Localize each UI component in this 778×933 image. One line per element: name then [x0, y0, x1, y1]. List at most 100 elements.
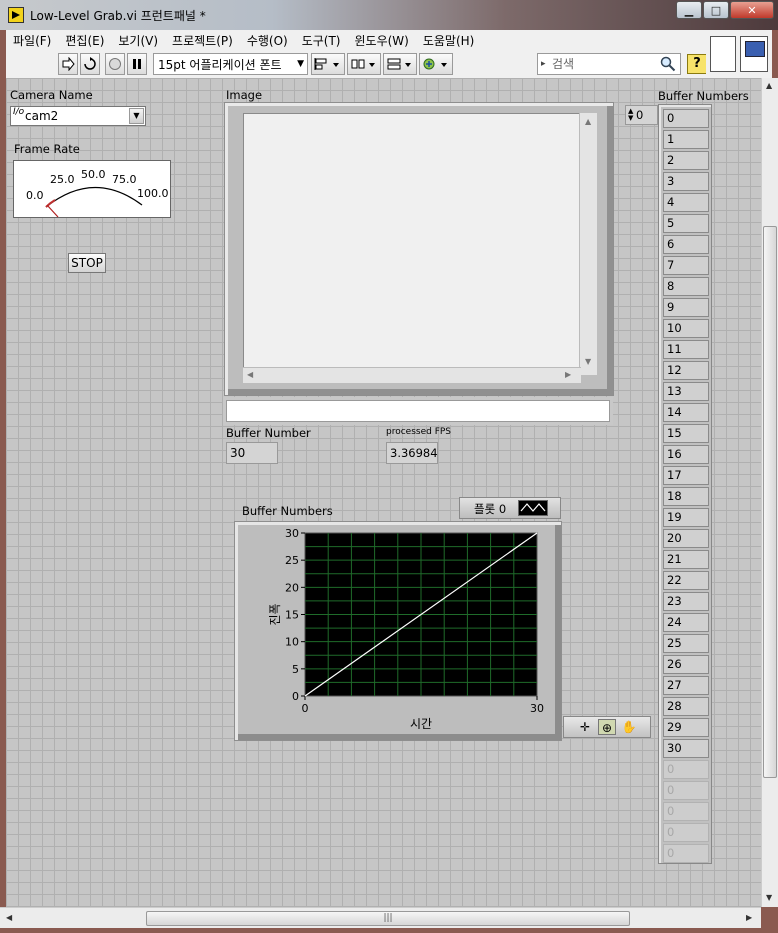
minimize-button[interactable]: ▁ [676, 1, 702, 19]
chart-canvas: 0 5 10 15 20 25 30 0 30 시간 진폭 [268, 527, 544, 731]
camera-name-select[interactable]: I/o cam2 ▼ [10, 106, 146, 126]
buffer-number-empty-element: 0 [663, 823, 709, 842]
menu-bar: 파일(F) 편집(E) 보기(V) 프로젝트(P) 수행(O) 도구(T) 윈도우(W) 도움… [6, 30, 706, 50]
buffer-number-element: 0 [663, 109, 709, 128]
align-icon[interactable] [311, 53, 345, 75]
graph-palette: ✛ ⊕ ✋ [563, 716, 651, 738]
vertical-scroll-thumb[interactable] [763, 226, 777, 778]
labview-app-icon [8, 7, 24, 23]
help-icon[interactable]: ? [687, 54, 707, 74]
meter-tick-label: 50.0 [81, 168, 106, 181]
run-continuously-icon[interactable] [80, 53, 100, 75]
abort-icon[interactable] [105, 53, 125, 75]
y-tick-label: 20 [285, 581, 299, 594]
scroll-left-icon[interactable]: ◀ [6, 913, 12, 922]
scroll-right-icon[interactable]: ▶ [565, 370, 571, 379]
buffer-number-element: 12 [663, 361, 709, 380]
maximize-button[interactable]: □ [703, 1, 729, 19]
zoom-tool-icon[interactable]: ⊕ [598, 719, 616, 735]
image-vertical-scrollbar[interactable]: ▲ ▼ [579, 113, 597, 375]
buffer-number-element: 28 [663, 697, 709, 716]
vi-icon[interactable] [740, 36, 768, 72]
scroll-up-icon[interactable]: ▲ [766, 81, 772, 90]
pause-icon[interactable] [127, 53, 147, 75]
y-tick-label: 30 [285, 527, 299, 540]
menu-item[interactable]: 편집(E) [58, 32, 111, 49]
toolbar: 15pt 어플리케이션 폰트 ▼ ▸ 검색 ? [6, 50, 707, 78]
run-arrow-icon[interactable] [58, 53, 78, 75]
image-horizontal-scrollbar[interactable]: ◀ ▶ [243, 367, 581, 383]
buffer-number-element: 9 [663, 298, 709, 317]
buffer-number-element: 22 [663, 571, 709, 590]
menu-item[interactable]: 도움말(H) [416, 32, 482, 49]
cursor-tool-icon[interactable]: ✛ [576, 719, 594, 735]
buffer-number-element: 24 [663, 613, 709, 632]
camera-name-label: Camera Name [10, 88, 93, 102]
io-icon: I/o [13, 107, 25, 117]
buffer-number-element: 13 [663, 382, 709, 401]
buffer-number-element: 20 [663, 529, 709, 548]
buffer-number-element: 14 [663, 403, 709, 422]
buffer-number-element: 2 [663, 151, 709, 170]
frame-rate-meter: 0.0 25.0 50.0 75.0 100.0 [13, 160, 171, 218]
chart-title: Buffer Numbers [242, 504, 333, 518]
array-index-control[interactable]: ▲ ▼ 0 [625, 105, 658, 125]
image-canvas[interactable] [243, 113, 581, 375]
plot-legend[interactable]: 플롯 0 [459, 497, 561, 519]
buffer-number-empty-element: 0 [663, 802, 709, 821]
window-title: Low-Level Grab.vi 프런트패널 * [30, 9, 206, 23]
stop-button[interactable]: STOP [68, 253, 106, 273]
buffer-number-element: 6 [663, 235, 709, 254]
plot-legend-swatch [518, 500, 548, 516]
buffer-number-element: 26 [663, 655, 709, 674]
scroll-up-icon[interactable]: ▲ [585, 117, 591, 126]
font-dropdown[interactable]: 15pt 어플리케이션 폰트 ▼ [153, 53, 308, 75]
y-tick-label: 25 [285, 554, 299, 567]
buffer-number-element: 10 [663, 319, 709, 338]
menu-item[interactable]: 파일(F) [6, 32, 58, 49]
menu-item[interactable]: 보기(V) [111, 32, 165, 49]
menu-item[interactable]: 도구(T) [295, 32, 348, 49]
chevron-down-icon: ▼ [297, 59, 304, 69]
buffer-number-element: 19 [663, 508, 709, 527]
menu-item[interactable]: 수행(O) [240, 32, 295, 49]
buffer-numbers-array-label: Buffer Numbers [658, 89, 749, 103]
scroll-left-icon[interactable]: ◀ [247, 370, 253, 379]
menu-item[interactable]: 윈도우(W) [347, 32, 415, 49]
title-bar: Low-Level Grab.vi 프런트패널 * ▁ □ ✕ [0, 0, 778, 30]
buffer-number-indicator: 30 [226, 442, 278, 464]
buffer-number-element: 21 [663, 550, 709, 569]
distribute-icon[interactable] [347, 53, 381, 75]
meter-dial: 0.0 25.0 50.0 75.0 100.0 [26, 168, 169, 218]
connector-pane[interactable] [710, 36, 736, 72]
pan-hand-icon[interactable]: ✋ [620, 719, 638, 735]
window-horizontal-scrollbar[interactable]: ◀ ||| ▶ [0, 907, 761, 928]
image-display[interactable]: ▲ ▼ ◀ ▶ [224, 102, 614, 396]
window-border [0, 928, 778, 933]
buffer-numbers-graph[interactable]: 0 5 10 15 20 25 30 0 30 시간 진폭 [234, 521, 562, 741]
buffer-number-element: 27 [663, 676, 709, 695]
scroll-right-icon[interactable]: ▶ [746, 913, 752, 922]
search-icon[interactable] [660, 56, 676, 72]
buffer-number-element: 17 [663, 466, 709, 485]
scroll-down-icon[interactable]: ▼ [766, 893, 772, 902]
y-tick-label: 15 [285, 609, 299, 622]
buffer-number-element: 7 [663, 256, 709, 275]
buffer-number-element: 3 [663, 172, 709, 191]
meter-tick-label: 25.0 [50, 173, 75, 186]
array-index-value: 0 [636, 108, 644, 122]
close-button[interactable]: ✕ [730, 1, 774, 19]
index-spinner-icon[interactable]: ▲ ▼ [628, 108, 633, 122]
scroll-down-icon[interactable]: ▼ [585, 357, 591, 366]
chevron-down-icon[interactable]: ▼ [129, 108, 144, 124]
buffer-number-empty-element: 0 [663, 844, 709, 863]
buffer-number-element: 15 [663, 424, 709, 443]
horizontal-scroll-thumb[interactable]: ||| [146, 911, 630, 926]
reorder-icon[interactable] [419, 53, 453, 75]
menu-item[interactable]: 프로젝트(P) [165, 32, 240, 49]
resize-icon[interactable] [383, 53, 417, 75]
search-input[interactable]: ▸ 검색 [537, 53, 681, 75]
y-tick-label: 0 [292, 690, 299, 703]
buffer-number-element: 23 [663, 592, 709, 611]
window-vertical-scrollbar[interactable]: ▲ ▼ [761, 78, 778, 907]
